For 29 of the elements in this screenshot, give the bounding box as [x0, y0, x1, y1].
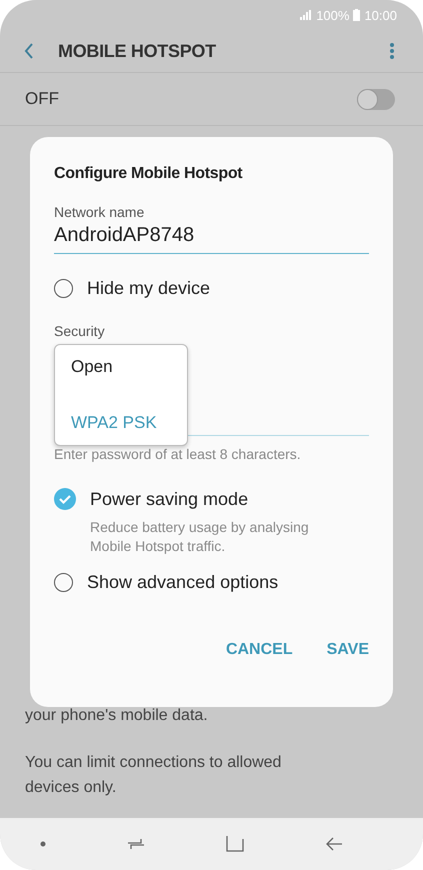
battery-icon [353, 9, 360, 21]
menu-item[interactable]: WPA2 PSK [55, 413, 187, 433]
option-description: Reduce battery usage by analysing Mobile Hotspot traffic. [90, 518, 310, 556]
hotspot-toggle[interactable] [357, 88, 395, 110]
option-label: Hide my device [87, 278, 210, 299]
radio-button[interactable] [54, 279, 73, 298]
menu-item[interactable]: Open [55, 357, 187, 377]
option-label: Show advanced options [87, 572, 278, 593]
option-label: Power saving mode [90, 488, 248, 510]
dot-icon[interactable] [40, 841, 46, 847]
dialog-button[interactable]: SAVE [326, 637, 369, 663]
field-label: Security [54, 323, 106, 339]
dialog-button[interactable]: CANCEL [226, 637, 293, 663]
password-hint: Enter password of at least 8 characters. [54, 446, 302, 462]
field-label: Network name [54, 204, 146, 220]
back-icon[interactable] [24, 43, 34, 59]
info-text: your phone's mobile data. [25, 706, 209, 726]
more-icon[interactable] [389, 42, 395, 60]
screen-title: MOBILE HOTSPOT [58, 40, 217, 62]
signal-icon [300, 10, 312, 20]
network-name-field[interactable]: AndroidAP8748 [54, 220, 369, 254]
recent-apps-icon[interactable] [127, 838, 146, 850]
checkbox-checked-icon[interactable] [54, 488, 76, 510]
info-text: You can limit connections to allowed devices only. [25, 753, 282, 798]
back-arrow-icon[interactable] [324, 837, 343, 851]
dialog-title: Configure Mobile Hotspot [54, 165, 244, 183]
hotspot-state-label: OFF [25, 89, 59, 109]
radio-button[interactable] [54, 573, 73, 592]
home-icon[interactable] [226, 835, 244, 853]
